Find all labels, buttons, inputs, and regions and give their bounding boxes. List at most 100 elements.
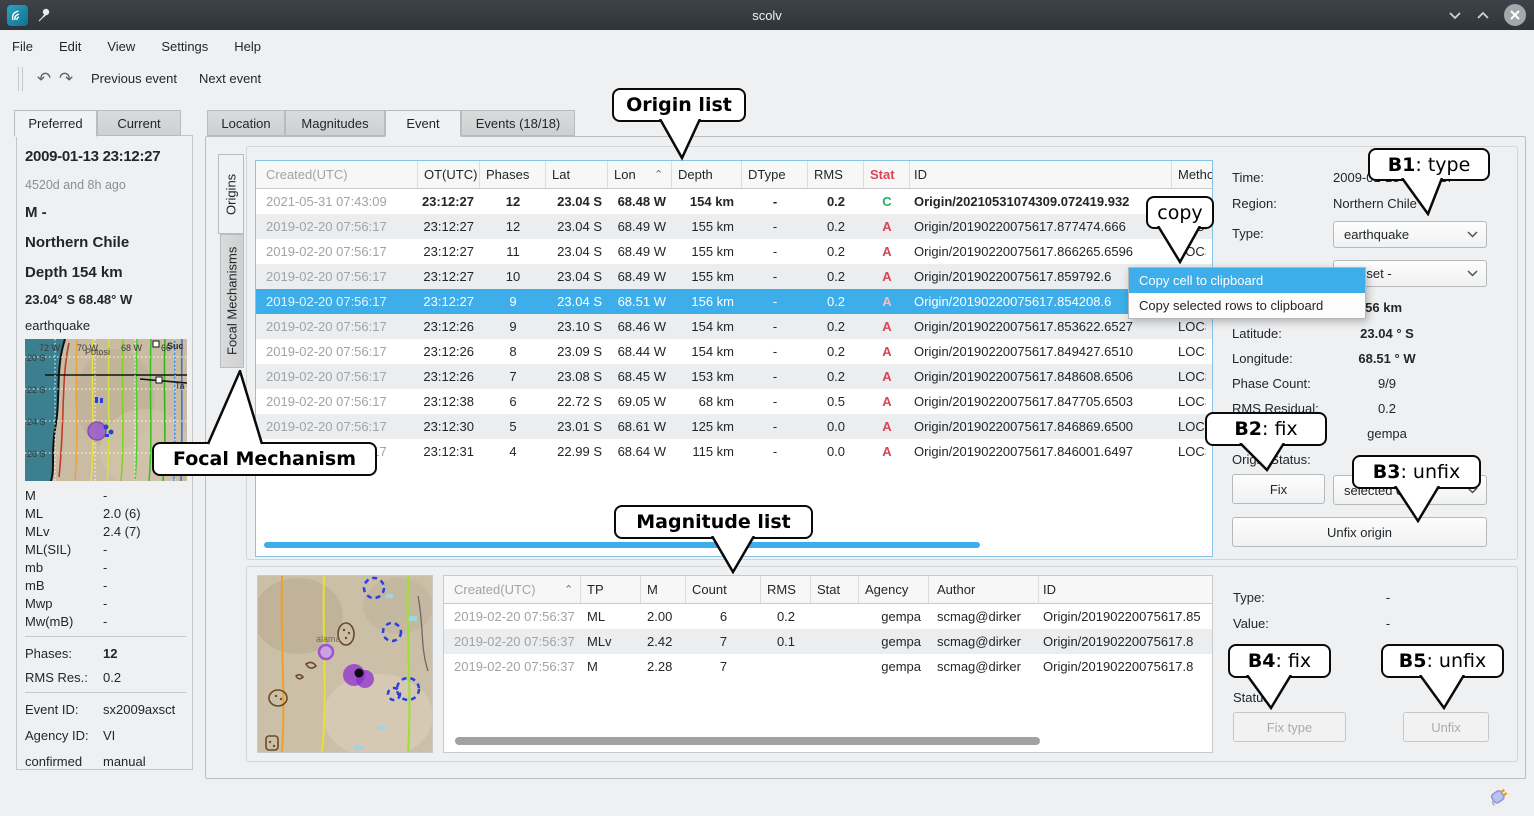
- col-id[interactable]: ID: [1039, 576, 1212, 603]
- toolbar-handle[interactable]: [18, 67, 23, 91]
- menu-view[interactable]: View: [107, 39, 135, 54]
- col-author[interactable]: Author: [929, 576, 1039, 603]
- menu-help[interactable]: Help: [234, 39, 261, 54]
- cell-ot: 23:12:27: [418, 194, 480, 209]
- menu-file[interactable]: File: [12, 39, 33, 54]
- menu-edit[interactable]: Edit: [59, 39, 81, 54]
- col-created[interactable]: Created(UTC): [256, 161, 418, 188]
- magnitude-map[interactable]: alama: [257, 575, 433, 753]
- origin-row-selected[interactable]: 2019-02-20 07:56:1723:12:27923.04 S68.51…: [256, 289, 1212, 314]
- magnitude-row[interactable]: 2019-02-20 07:56:37ML2.0060.2gempascmag@…: [444, 604, 1212, 629]
- col-id[interactable]: ID: [910, 161, 1172, 188]
- longitude-label: Longitude:: [1232, 351, 1333, 366]
- origin-table-header[interactable]: Created(UTC) ⌃ OT(UTC) Phases Lat Lon De…: [256, 161, 1212, 189]
- col-rms[interactable]: RMS: [761, 576, 811, 603]
- magnitude-table-hscrollbar[interactable]: [455, 737, 1040, 745]
- origin-row[interactable]: 2019-02-20 07:56:1723:12:31422.99 S68.64…: [256, 439, 1212, 464]
- callout-b1-pointer: [1398, 178, 1444, 216]
- mag-type-value: -: [1334, 590, 1488, 605]
- col-tp[interactable]: TP: [581, 576, 641, 603]
- phases-label: Phases:: [25, 646, 103, 661]
- col-dtype[interactable]: DType: [742, 161, 808, 188]
- callout-b2-fix: B2: fix: [1205, 412, 1327, 446]
- agency-id-value: VI: [103, 728, 115, 743]
- magnitude-list-table: Created(UTC) ⌃ TP M Count RMS Stat Agenc…: [443, 575, 1213, 753]
- callout-origin-list: Origin list: [612, 88, 746, 122]
- phase-count-label: Phase Count:: [1232, 376, 1333, 391]
- tab-origins[interactable]: Origins: [218, 154, 244, 234]
- unfix-origin-button[interactable]: Unfix origin: [1232, 517, 1487, 547]
- svg-text:Suc: Suc: [167, 341, 184, 351]
- origin-row[interactable]: 2019-02-20 07:56:1723:12:26923.10 S68.46…: [256, 314, 1212, 339]
- cell-rms: 0.2: [808, 194, 864, 209]
- event-region: Northern Chile: [25, 234, 186, 251]
- col-stat[interactable]: Stat: [811, 576, 859, 603]
- fix-type-button[interactable]: Fix type: [1233, 712, 1346, 742]
- next-event-icon[interactable]: ↷: [55, 69, 77, 89]
- event-type-combobox[interactable]: earthquake: [1333, 221, 1487, 248]
- origin-row[interactable]: 2019-02-20 07:56:1723:12:271023.04 S68.4…: [256, 264, 1212, 289]
- col-agency[interactable]: Agency: [859, 576, 929, 603]
- event-type: earthquake: [25, 318, 186, 333]
- unfix-button[interactable]: Unfix: [1403, 712, 1489, 742]
- svg-text:Potosi: Potosi: [85, 347, 110, 357]
- minimize-icon[interactable]: [1448, 8, 1462, 22]
- origin-row[interactable]: 2021-05-31 07:43:0923:12:271223.04 S68.4…: [256, 189, 1212, 214]
- callout-b5-unfix: B5: unfix: [1381, 644, 1504, 678]
- origin-table-hscrollbar[interactable]: [264, 542, 980, 548]
- cell-phases: 12: [480, 194, 546, 209]
- rms-residual-value: 0.2: [1333, 401, 1487, 416]
- col-stat[interactable]: Stat: [864, 161, 910, 188]
- maximize-icon[interactable]: [1476, 8, 1490, 22]
- magnitude-row[interactable]: 2019-02-20 07:56:37M2.287gempascmag@dirk…: [444, 654, 1212, 679]
- menu-item-copy-cell[interactable]: Copy cell to clipboard: [1129, 268, 1365, 293]
- col-depth[interactable]: Depth: [672, 161, 742, 188]
- tab-location[interactable]: Location: [207, 110, 285, 136]
- col-method[interactable]: Method: [1172, 161, 1206, 188]
- origin-row[interactable]: 2019-02-20 07:56:1723:12:30523.01 S68.61…: [256, 414, 1212, 439]
- previous-event-button[interactable]: Previous event: [91, 71, 177, 86]
- magnitude-table-header[interactable]: Created(UTC) ⌃ TP M Count RMS Stat Agenc…: [444, 576, 1212, 604]
- origin-row[interactable]: 2019-02-20 07:56:1723:12:271223.04 S68.4…: [256, 214, 1212, 239]
- col-count[interactable]: Count: [686, 576, 761, 603]
- tab-event[interactable]: Event: [385, 110, 461, 137]
- origin-row[interactable]: 2019-02-20 07:56:1723:12:26723.08 S68.45…: [256, 364, 1212, 389]
- tab-events[interactable]: Events (18/18): [461, 110, 575, 136]
- callout-focal-pointer: [200, 370, 272, 445]
- col-m[interactable]: M: [641, 576, 686, 603]
- tab-current[interactable]: Current: [97, 110, 181, 136]
- svg-text:68 W: 68 W: [121, 343, 143, 353]
- col-created[interactable]: Created(UTC): [444, 576, 581, 603]
- col-rms[interactable]: RMS: [808, 161, 864, 188]
- mag-value-value: -: [1334, 616, 1488, 631]
- origin-row[interactable]: 2019-02-20 07:56:1723:12:271123.04 S68.4…: [256, 239, 1212, 264]
- cell-stat: C: [864, 194, 910, 209]
- svg-text:22 S: 22 S: [27, 385, 46, 395]
- context-menu: Copy cell to clipboard Copy selected row…: [1128, 267, 1366, 319]
- scolv-window: scolv File Edit View Settings Help ↶ ↷ P…: [0, 0, 1534, 816]
- agency-id-label: Agency ID:: [25, 728, 103, 743]
- map-label-alama: alama: [316, 634, 341, 644]
- tab-magnitudes[interactable]: Magnitudes: [285, 110, 385, 136]
- menu-item-copy-rows[interactable]: Copy selected rows to clipboard: [1129, 293, 1365, 318]
- tab-focal-mechanisms[interactable]: Focal Mechanisms: [220, 234, 244, 368]
- fix-button[interactable]: Fix: [1232, 474, 1325, 504]
- origin-list-table: Created(UTC) ⌃ OT(UTC) Phases Lat Lon De…: [255, 160, 1213, 557]
- sort-ascending-icon: ⌃: [564, 583, 573, 596]
- menu-settings[interactable]: Settings: [161, 39, 208, 54]
- col-lon[interactable]: Lon: [608, 161, 672, 188]
- origin-row[interactable]: 2019-02-20 07:56:1723:12:26823.09 S68.44…: [256, 339, 1212, 364]
- time-label: Time:: [1232, 170, 1333, 185]
- magnitude-row[interactable]: 2019-02-20 07:56:37MLv2.4270.1gempascmag…: [444, 629, 1212, 654]
- event-mode: manual: [103, 754, 146, 769]
- col-phases[interactable]: Phases: [480, 161, 546, 188]
- svg-text:20 S: 20 S: [27, 353, 46, 363]
- col-ot[interactable]: OT(UTC): [418, 161, 480, 188]
- next-event-button[interactable]: Next event: [199, 71, 261, 86]
- col-lat[interactable]: Lat: [546, 161, 608, 188]
- close-icon[interactable]: [1504, 4, 1526, 26]
- origin-row[interactable]: 2019-02-20 07:56:1723:12:38622.72 S69.05…: [256, 389, 1212, 414]
- tab-preferred[interactable]: Preferred: [14, 110, 97, 137]
- latitude-value: 23.04: [1360, 326, 1393, 341]
- previous-event-icon[interactable]: ↶: [33, 69, 55, 89]
